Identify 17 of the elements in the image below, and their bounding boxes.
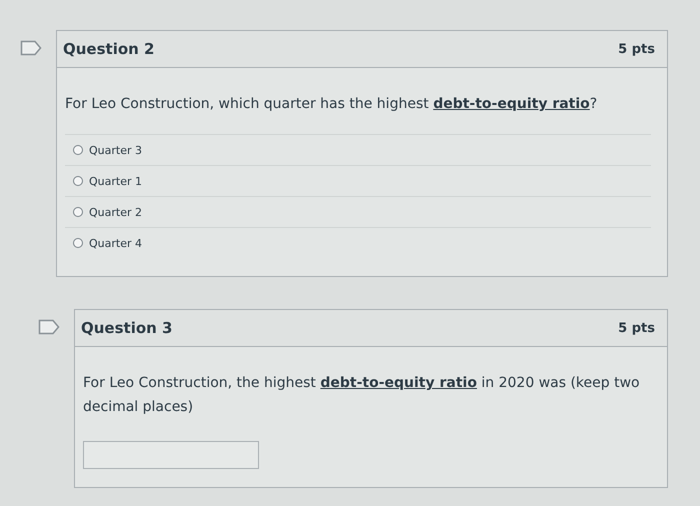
flag-icon[interactable] xyxy=(38,319,60,335)
points-label: 5 pts xyxy=(618,320,655,336)
answer-field[interactable] xyxy=(83,441,259,469)
flag-icon[interactable] xyxy=(20,40,42,56)
radio-button[interactable] xyxy=(73,207,83,217)
radio-button[interactable] xyxy=(73,176,83,186)
question-title: Question 3 xyxy=(81,319,172,337)
answer-option[interactable]: Quarter 4 xyxy=(65,227,651,258)
question-text: For Leo Construction, which quarter has the highest debt-to-equity ratio? xyxy=(65,95,598,114)
points-label: 5 pts xyxy=(618,42,655,56)
question-title: Question 2 xyxy=(63,40,154,58)
answer-option[interactable]: Quarter 2 xyxy=(65,196,651,227)
answer-option[interactable]: Quarter 3 xyxy=(65,134,651,165)
answer-option[interactable]: Quarter 1 xyxy=(65,165,651,196)
radio-button[interactable] xyxy=(73,145,83,155)
radio-button[interactable] xyxy=(73,238,83,248)
question-text: For Leo Construction, the highest debt-to-equity ratio in 2020 was (keep two decimal places) xyxy=(83,374,641,417)
